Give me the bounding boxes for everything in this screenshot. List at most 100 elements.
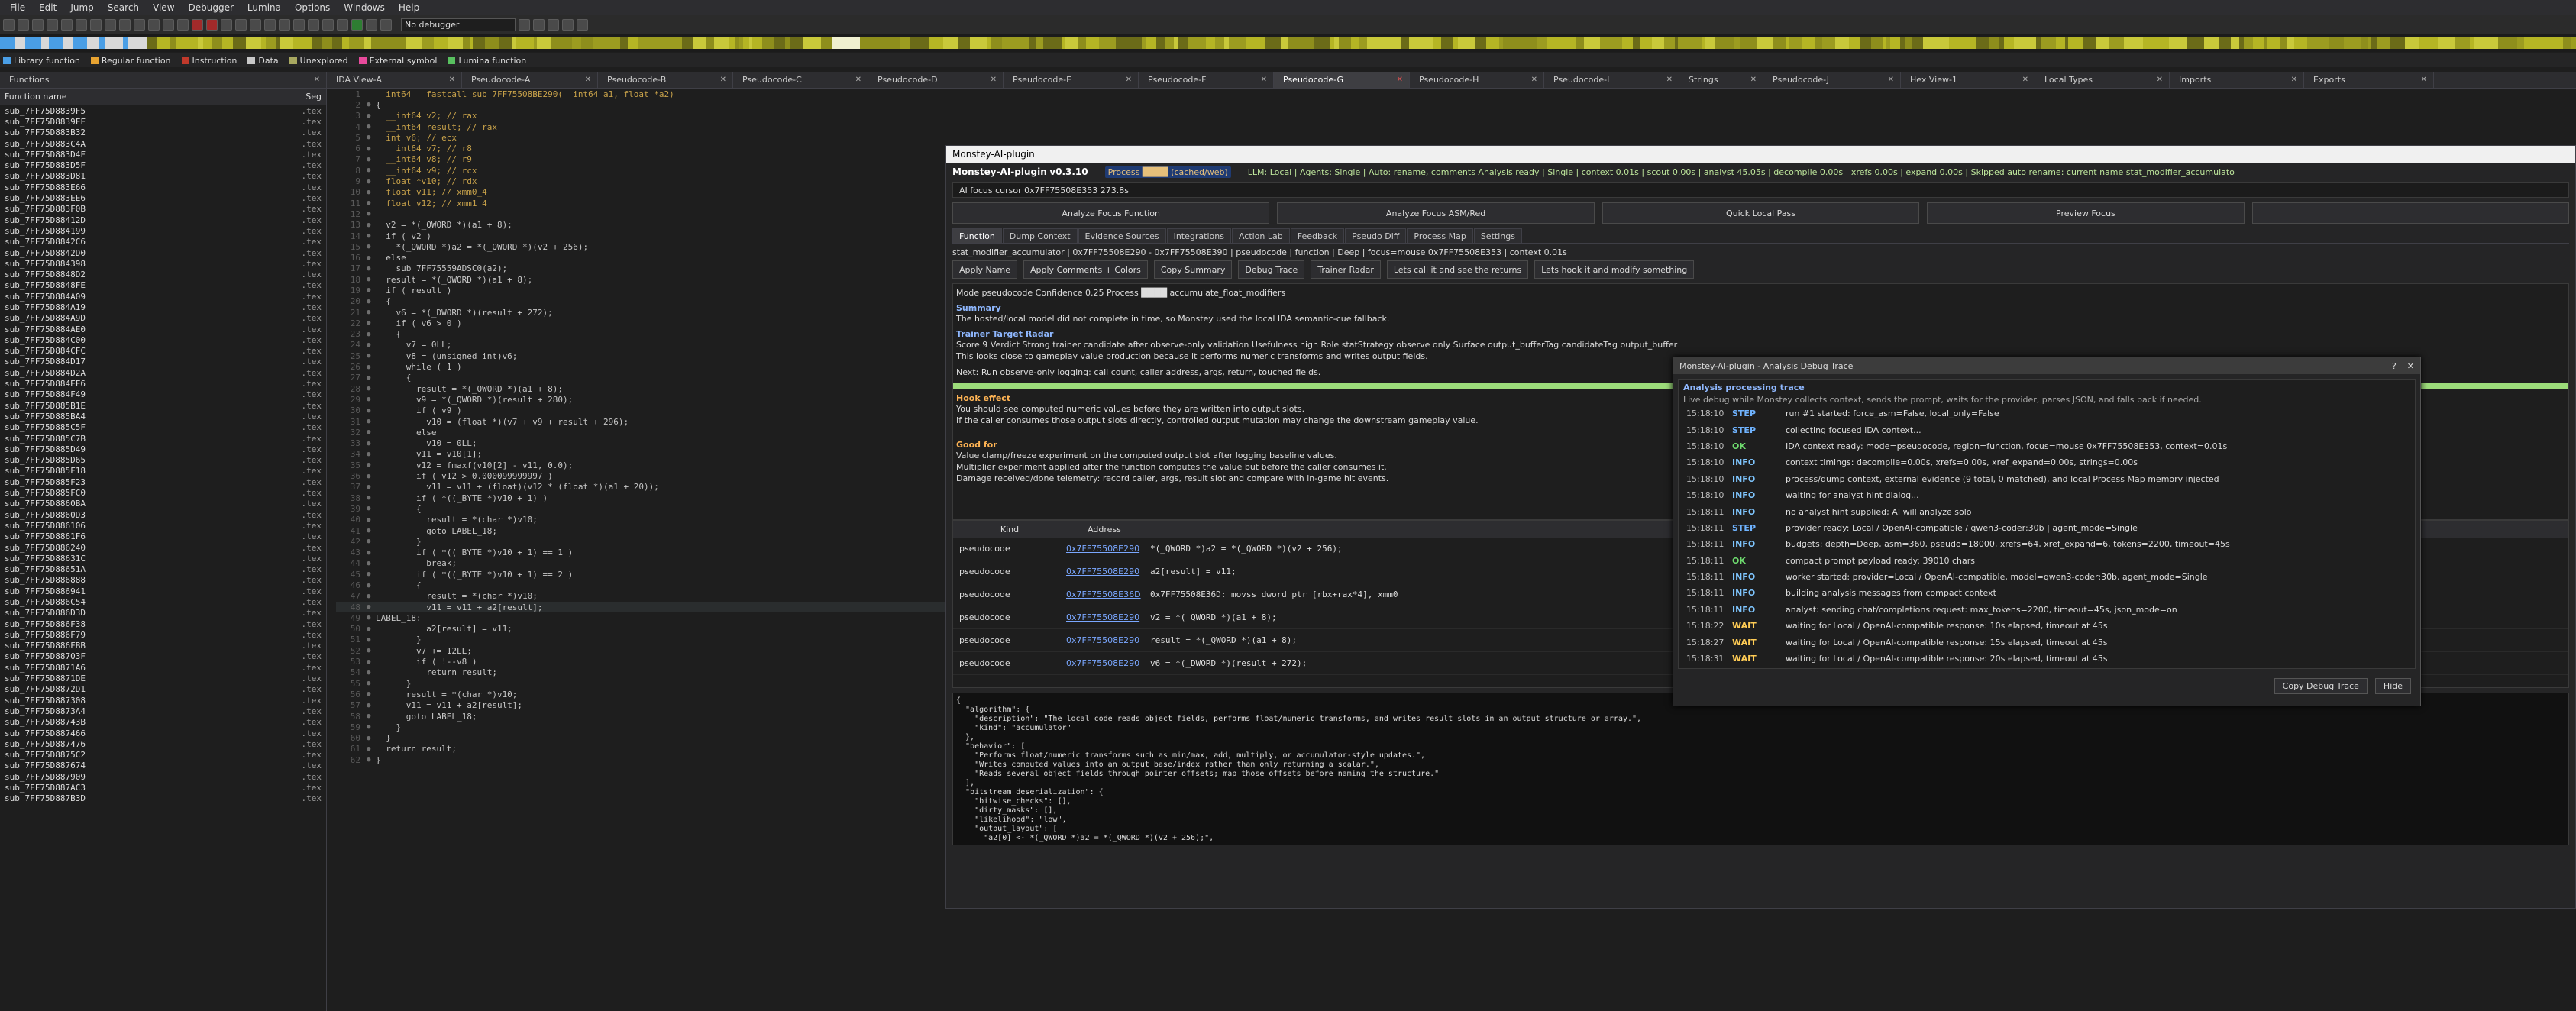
offset-icon[interactable] (308, 18, 319, 31)
xref-icon[interactable] (163, 18, 174, 31)
breakpoint-dot-icon[interactable]: ● (367, 123, 376, 131)
function-row[interactable]: sub_7FF75D884A19 .tex (0, 302, 326, 312)
code-line[interactable]: 2 ●{ (336, 99, 947, 110)
nav-segment[interactable] (1705, 37, 1715, 49)
nav-segment[interactable] (2161, 37, 2169, 49)
tab-pseudocode-b[interactable]: Pseudocode-B ✕ (598, 72, 733, 88)
nav-segment[interactable] (1675, 37, 1678, 49)
nav-segment[interactable] (123, 37, 128, 49)
tab-local-types[interactable]: Local Types ✕ (2035, 72, 2170, 88)
close-icon[interactable]: ✕ (2421, 76, 2427, 84)
function-row[interactable]: sub_7FF75D884F49 .tex (0, 389, 326, 400)
function-row[interactable]: sub_7FF75D8848D2 .tex (0, 269, 326, 279)
code-line[interactable]: 28 ● result = *(_QWORD *)(a1 + 8); (336, 383, 947, 394)
nav-segment[interactable] (1499, 37, 1503, 49)
code-line[interactable]: 7 ● __int64 v8; // r9 (336, 154, 947, 165)
nav-segment[interactable] (749, 37, 752, 49)
function-row[interactable]: sub_7FF75D8860D3 .tex (0, 509, 326, 520)
nav-segment[interactable] (2264, 37, 2267, 49)
breakpoint-dot-icon[interactable]: ● (367, 341, 376, 349)
nav-segment[interactable] (2068, 37, 2083, 49)
nav-segment[interactable] (406, 37, 422, 49)
nav-segment[interactable] (660, 37, 673, 49)
breakpoint-dot-icon[interactable]: ● (367, 145, 376, 153)
nav-segment[interactable] (1734, 37, 1740, 49)
nav-segment[interactable] (222, 37, 233, 49)
nav-segment[interactable] (2329, 37, 2344, 49)
nav-segment[interactable] (499, 37, 512, 49)
nav-segment[interactable] (1409, 37, 1414, 49)
breakpoint-dot-icon[interactable]: ● (367, 516, 376, 524)
debugger-select[interactable]: No debugger (401, 18, 516, 31)
code-line[interactable]: 46 ● { (336, 580, 947, 590)
lets-call-it-and-see-the-returns-button[interactable]: Lets call it and see the returns (1386, 260, 1529, 279)
function-row[interactable]: sub_7FF75D8873A4 .tex (0, 706, 326, 716)
nav-segment[interactable] (1905, 37, 1912, 49)
nav-segment[interactable] (1206, 37, 1215, 49)
evidence-address-link[interactable]: 0x7FF75508E290 (1066, 612, 1143, 622)
nav-segment[interactable] (293, 37, 312, 49)
nav-segment[interactable] (2294, 37, 2307, 49)
close-icon[interactable]: ✕ (1397, 76, 1403, 84)
nav-segment[interactable] (790, 37, 803, 49)
hide-button[interactable]: Hide (2374, 677, 2411, 694)
function-row[interactable]: sub_7FF75D887674 .tex (0, 761, 326, 771)
nav-segment[interactable] (63, 37, 73, 49)
code-line[interactable]: 25 ● v8 = (unsigned int)v6; (336, 350, 947, 361)
menu-view[interactable]: View (146, 2, 181, 13)
nav-segment[interactable] (1689, 37, 1702, 49)
tab-hex-view-1[interactable]: Hex View-1 ✕ (1901, 72, 2035, 88)
code-line[interactable]: 58 ● goto LABEL_18; (336, 711, 947, 722)
nav-segment[interactable] (157, 37, 170, 49)
nav-segment[interactable] (1178, 37, 1188, 49)
breakpoint-dot-icon[interactable]: ● (367, 570, 376, 578)
nav-segment[interactable] (1281, 37, 1288, 49)
nav-segment[interactable] (1367, 37, 1385, 49)
nav-segment[interactable] (312, 37, 322, 49)
breakpoint-dot-icon[interactable]: ● (367, 625, 376, 633)
function-row[interactable]: sub_7FF75D883D4F .tex (0, 149, 326, 160)
nav-segment[interactable] (2474, 37, 2486, 49)
nav-segment[interactable] (803, 37, 821, 49)
breakpoint-dot-icon[interactable]: ● (367, 178, 376, 186)
function-row[interactable]: sub_7FF75D884C00 .tex (0, 334, 326, 345)
nav-segment[interactable] (1702, 37, 1705, 49)
tab-functions[interactable]: Functions ✕ (0, 72, 327, 88)
nav-segment[interactable] (1815, 37, 1822, 49)
breakpoint-dot-icon[interactable]: ● (367, 723, 376, 731)
close-icon[interactable]: ✕ (1888, 76, 1894, 84)
nav-segment[interactable] (485, 37, 489, 49)
nav-segment[interactable] (1146, 37, 1156, 49)
code-line[interactable]: 60 ● } (336, 733, 947, 744)
breakpoint-dot-icon[interactable]: ● (367, 254, 376, 262)
nav-segment[interactable] (2524, 37, 2538, 49)
nav-segment[interactable] (696, 37, 706, 49)
code-line[interactable]: 10 ● float v11; // xmm0_4 (336, 187, 947, 198)
code-line[interactable]: 23 ● { (336, 329, 947, 340)
function-row[interactable]: sub_7FF75D886106 .tex (0, 520, 326, 531)
function-row[interactable]: sub_7FF75D88743B .tex (0, 717, 326, 728)
nav-segment[interactable] (364, 37, 371, 49)
nav-segment[interactable] (1740, 37, 1757, 49)
nav-segment[interactable] (1174, 37, 1178, 49)
nav-segment[interactable] (1065, 37, 1071, 49)
function-row[interactable]: sub_7FF75D887476 .tex (0, 738, 326, 749)
nav-segment[interactable] (1786, 37, 1789, 49)
function-row[interactable]: sub_7FF75D883B32 .tex (0, 128, 326, 138)
nav-segment[interactable] (2143, 37, 2161, 49)
breakpoint-dot-icon[interactable]: ● (367, 199, 376, 207)
function-row[interactable]: sub_7FF75D886240 .tex (0, 542, 326, 553)
nav-segment[interactable] (943, 37, 958, 49)
nav-segment[interactable] (970, 37, 987, 49)
breakpoint-dot-icon[interactable]: ● (367, 680, 376, 687)
nav-segment[interactable] (11, 37, 15, 49)
subtab-settings[interactable]: Settings (1473, 228, 1522, 243)
close-icon[interactable]: ✕ (1531, 76, 1537, 84)
code-line[interactable]: 26 ● while ( 1 ) (336, 361, 947, 372)
nav-segment[interactable] (752, 37, 762, 49)
breakpoint-dot-icon[interactable]: ● (367, 352, 376, 360)
function-row[interactable]: sub_7FF75D885F23 .tex (0, 476, 326, 487)
function-row[interactable]: sub_7FF75D885F18 .tex (0, 466, 326, 476)
nav-segment[interactable] (1512, 37, 1527, 49)
breakpoint-dot-icon[interactable]: ● (367, 418, 376, 425)
